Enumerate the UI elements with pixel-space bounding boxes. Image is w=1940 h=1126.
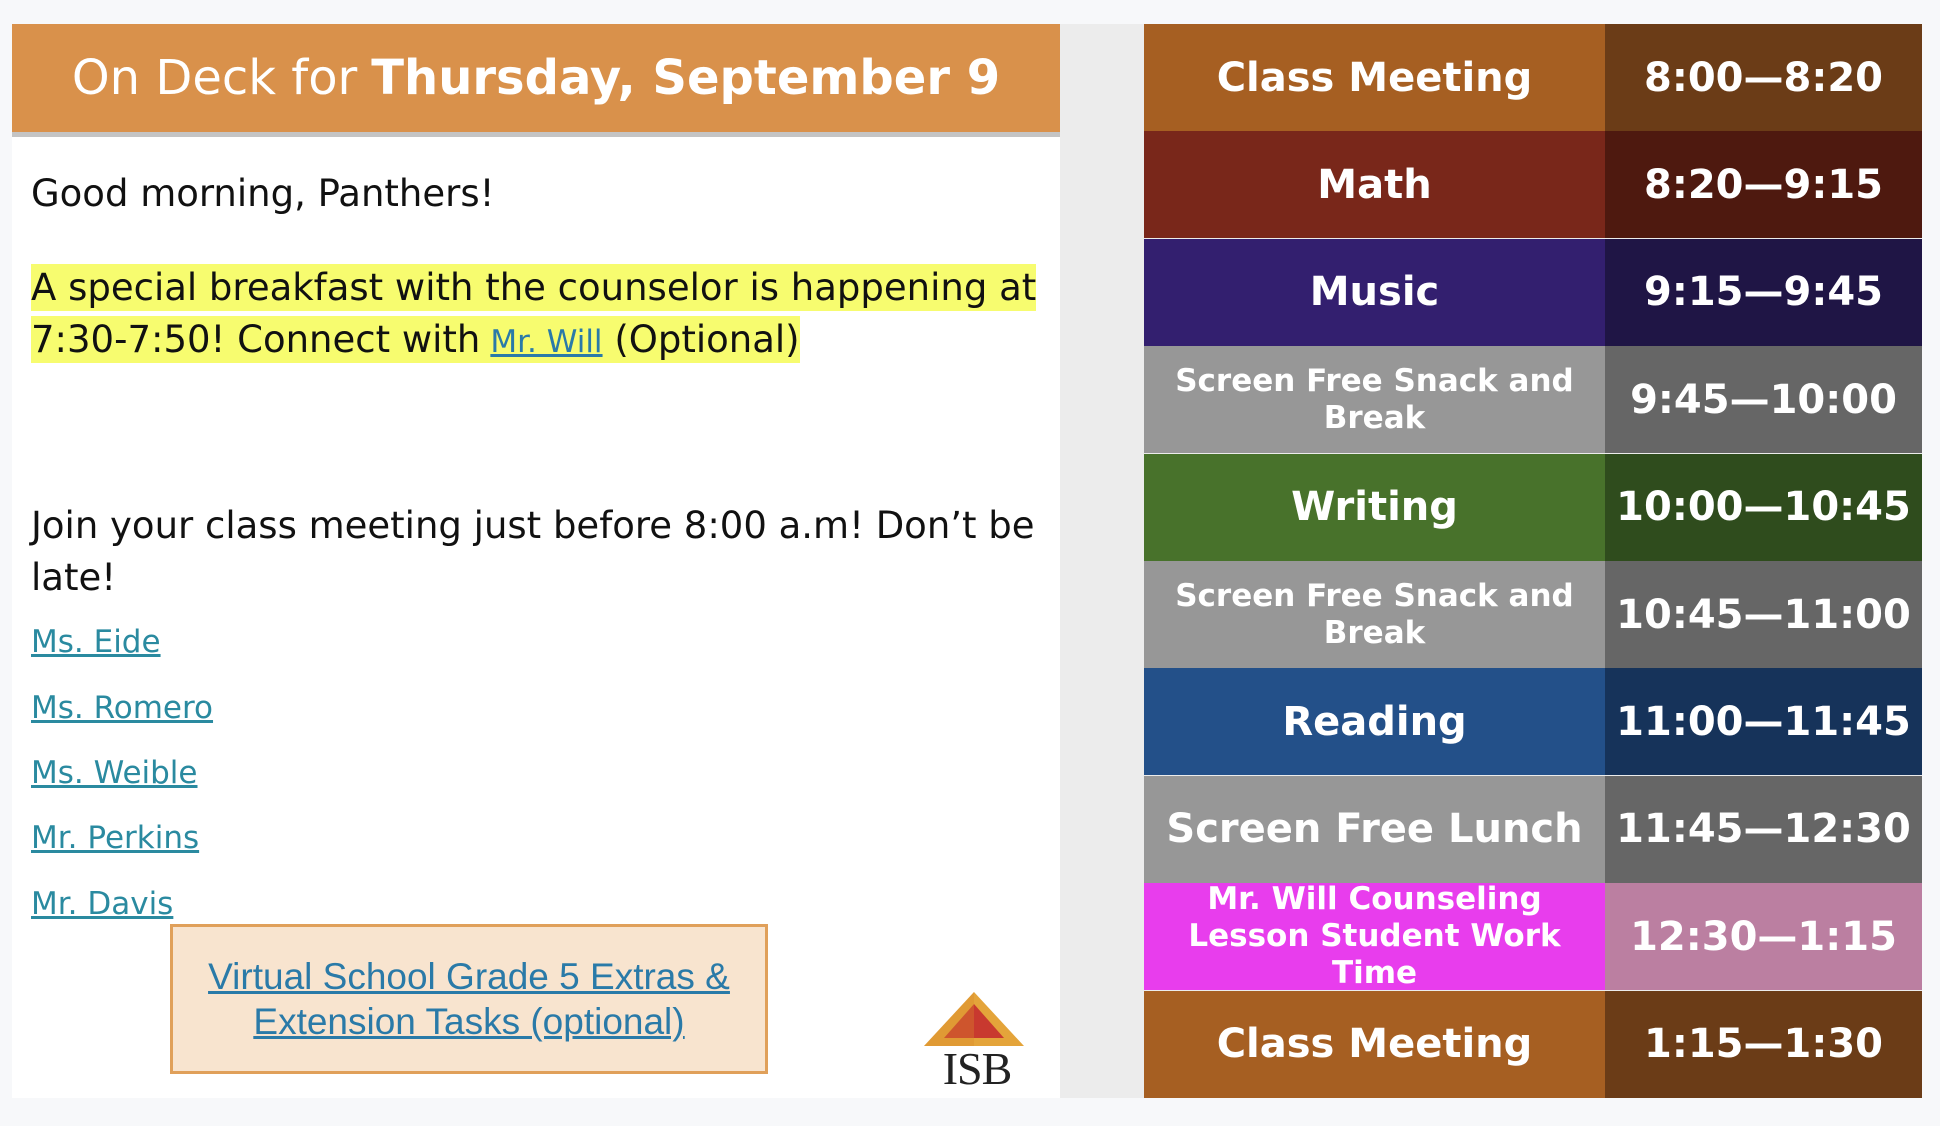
schedule-row: Class Meeting 8:00—8:20 [1144,24,1922,131]
breakfast-highlight: A special breakfast with the counselor i… [31,264,1037,363]
logo-text: ISB [942,1043,1013,1094]
title-date: Thursday, September 9 [371,50,1001,106]
schedule-row: Mr. Will Counseling Lesson Student Work … [1144,881,1922,991]
greeting: Good morning, Panthers! [31,172,495,215]
teacher-link-weible[interactable]: Ms. Weible [31,755,198,791]
schedule-row: Music 9:15—9:45 [1144,238,1922,346]
schedule-row: Screen Free Lunch 11:45—12:30 [1144,775,1922,883]
schedule-subject: Class Meeting [1144,24,1605,131]
schedule-subject: Class Meeting [1144,990,1605,1098]
schedule-time: 1:15—1:30 [1605,990,1922,1098]
schedule-subject: Mr. Will Counseling Lesson Student Work … [1144,881,1605,991]
page-title: On Deck for Thursday, September 9 [12,24,1060,137]
breakfast-suffix: (Optional) [614,318,800,361]
teacher-link-davis[interactable]: Mr. Davis [31,886,173,922]
schedule-subject: Screen Free Snack and Break [1144,561,1605,668]
schedule-time: 10:00—10:45 [1605,453,1922,561]
schedule-time: 10:45—11:00 [1605,561,1922,668]
schedule-time: 9:15—9:45 [1605,238,1922,346]
extras-link-box[interactable]: Virtual School Grade 5 Extras & Extension… [170,924,768,1074]
isb-logo: ISB [914,990,1034,1094]
join-note: Join your class meeting just before 8:00… [31,504,1035,599]
schedule-row: Screen Free Snack and Break 10:45—11:00 [1144,561,1922,668]
logo-roof-icon [924,992,1024,1046]
schedule-table: Class Meeting 8:00—8:20 Math 8:20—9:15 Music… [1144,24,1922,1098]
schedule-time: 9:45—10:00 [1605,346,1922,454]
schedule-row: Screen Free Snack and Break 9:45—10:00 [1144,346,1922,454]
extras-link[interactable]: Virtual School Grade 5 Extras & Extension… [208,954,730,1044]
schedule-time: 8:20—9:15 [1605,131,1922,239]
schedule-row: Math 8:20—9:15 [1144,131,1922,239]
teacher-link-eide[interactable]: Ms. Eide [31,624,161,660]
extras-line-1[interactable]: Virtual School Grade 5 Extras & [208,956,730,997]
announcement-panel: On Deck for Thursday, September 9 Good m… [12,24,1060,1098]
schedule-time: 12:30—1:15 [1605,883,1922,991]
schedule-row: Reading 11:00—11:45 [1144,668,1922,776]
schedule-row: Class Meeting 1:15—1:30 [1144,990,1922,1098]
teacher-link-perkins[interactable]: Mr. Perkins [31,820,199,856]
slide: On Deck for Thursday, September 9 Good m… [12,24,1922,1098]
schedule-time: 11:00—11:45 [1605,668,1922,776]
schedule-subject: Reading [1144,668,1605,776]
schedule-subject: Music [1144,238,1605,346]
breakfast-note: A special breakfast with the counselor i… [31,262,1041,368]
teacher-link-romero[interactable]: Ms. Romero [31,690,213,726]
schedule-row: Writing 10:00—10:45 [1144,453,1922,561]
schedule-subject: Writing [1144,453,1605,561]
title-prefix: On Deck for [71,50,358,106]
schedule-time: 8:00—8:20 [1605,24,1922,131]
extras-line-2[interactable]: Extension Tasks (optional) [253,1001,684,1042]
mr-will-link[interactable]: Mr. Will [490,324,602,360]
schedule-subject: Math [1144,131,1605,239]
schedule-time: 11:45—12:30 [1605,775,1922,883]
schedule-subject: Screen Free Lunch [1144,775,1605,883]
schedule-subject: Screen Free Snack and Break [1144,346,1605,454]
